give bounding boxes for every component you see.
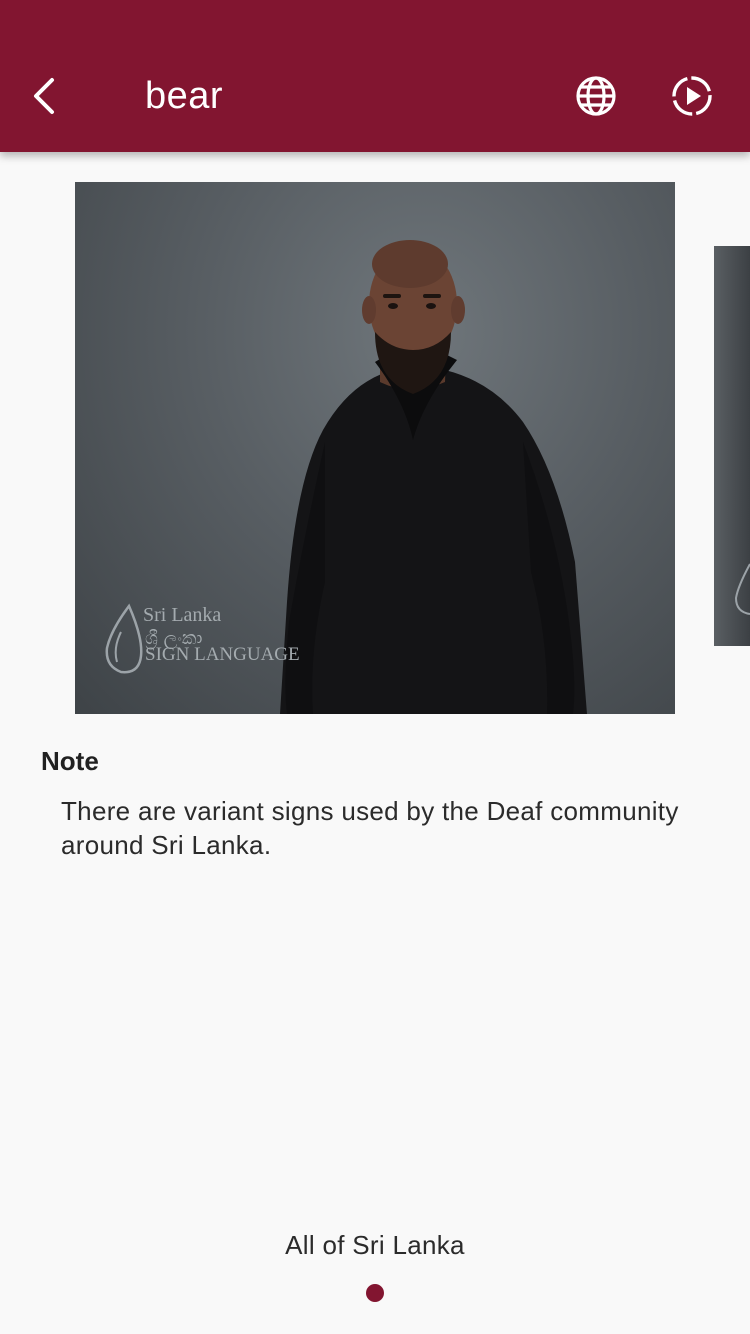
page-indicator-dot[interactable] xyxy=(366,1284,384,1302)
region-label: All of Sri Lanka xyxy=(285,1230,465,1260)
note-text: There are variant signs used by the Deaf… xyxy=(61,796,679,860)
chevron-left-icon xyxy=(34,78,54,114)
watermark-text-3: SIGN LANGUAGE xyxy=(145,644,300,665)
sri-lanka-sign-language-logo xyxy=(105,603,143,674)
note-heading: Note xyxy=(41,746,99,776)
autoplay-button[interactable] xyxy=(670,74,714,118)
app-bar: bear xyxy=(0,0,750,152)
globe-icon xyxy=(576,76,616,116)
region-button[interactable] xyxy=(574,74,618,118)
sri-lanka-sign-language-logo xyxy=(734,563,750,615)
page-title: bear xyxy=(145,75,224,117)
play-circle-icon xyxy=(672,76,712,116)
sign-video[interactable]: Sri Lanka ශ්‍රී ලංකා SIGN LANGUAGE xyxy=(75,182,675,714)
next-video-preview[interactable] xyxy=(714,246,750,646)
back-button[interactable] xyxy=(22,72,70,120)
watermark-text-1: Sri Lanka xyxy=(143,604,222,626)
